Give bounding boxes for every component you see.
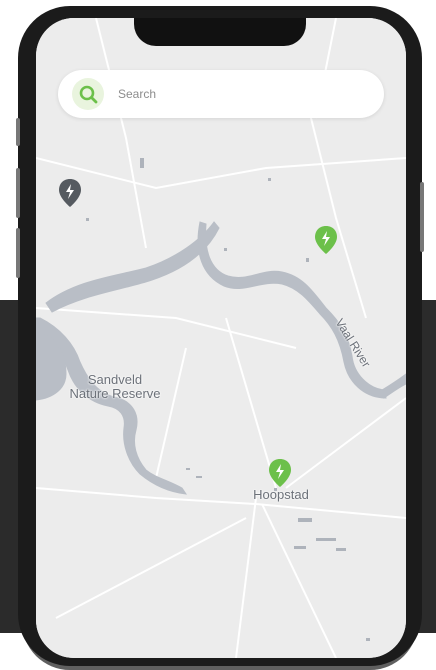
map-label-town: Hoopstad	[253, 487, 309, 502]
phone-side-button	[16, 118, 20, 146]
search-icon[interactable]	[72, 78, 104, 110]
phone-screen: Sandveld Nature Reserve Hoopstad Vaal Ri…	[36, 18, 406, 658]
search-bar[interactable]: Search	[58, 70, 384, 118]
phone-power-button	[420, 182, 424, 252]
map-label-nature-reserve: Sandveld Nature Reserve	[69, 372, 161, 401]
charging-station-pin-icon[interactable]	[314, 225, 338, 255]
search-input[interactable]: Search	[118, 87, 156, 101]
phone-notch	[134, 18, 306, 46]
phone-side-button	[16, 168, 20, 218]
charging-station-pin-icon[interactable]	[58, 178, 82, 208]
charging-station-pin-icon[interactable]	[268, 458, 292, 488]
phone-side-button	[16, 228, 20, 278]
